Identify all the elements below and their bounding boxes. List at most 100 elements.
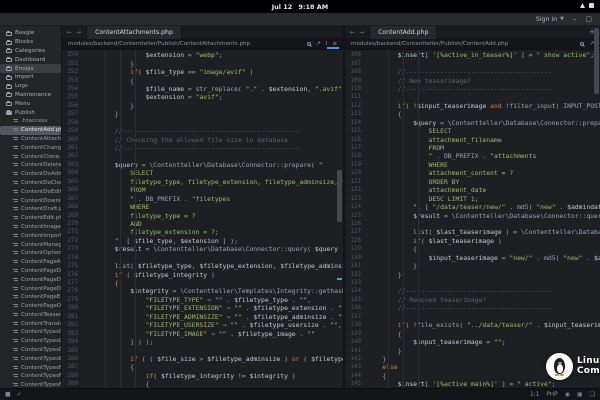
search-icon[interactable]	[307, 42, 311, 46]
file-icon	[13, 234, 18, 238]
terminal-icon[interactable]: ▣	[577, 391, 583, 398]
code-editor-right[interactable]: 106 $insert[ '[%active_in_teaser%]' ] = …	[345, 50, 600, 388]
sign-in-button[interactable]: Sign in ▼	[536, 16, 564, 23]
sidebar-item-folder[interactable]: Menu	[0, 99, 61, 108]
line-number: 134	[345, 288, 367, 294]
line-number: 116	[345, 137, 367, 143]
nav-back-icon[interactable]: ←	[67, 29, 72, 36]
sidebar-item-folder[interactable]: Blocks	[0, 38, 61, 47]
breadcrumb-bar-right: modules/backend/Contentteller/Publish/Co…	[345, 39, 600, 50]
scrollbar-right[interactable]	[594, 28, 599, 94]
sidebar-item-file[interactable]: ContentTeaserI	[0, 311, 61, 320]
code-editor-left[interactable]: 250 $extension = "webp";251 }252 if( $fi…	[62, 50, 343, 388]
sidebar-item-file[interactable]: ContentImport.	[0, 231, 61, 240]
sidebar-item-label: Maintenance	[15, 92, 51, 98]
clock-date[interactable]: Jul 12	[272, 3, 293, 11]
collab-panel-icon[interactable]: ■	[5, 391, 11, 398]
sidebar-item-file[interactable]: ContentManage	[0, 240, 61, 249]
code-line: 122 attachment_date	[345, 186, 600, 194]
breadcrumb[interactable]: modules/backend/Contentteller/Publish/Co…	[351, 41, 508, 47]
sidebar-item-file[interactable]: ContentOption	[0, 249, 61, 258]
assistant-icon[interactable]: ◉	[565, 391, 570, 398]
sidebar-item-file[interactable]: ContentEdit.ph	[0, 214, 61, 223]
sidebar-item-file[interactable]: .htaccess	[0, 117, 61, 126]
sidebar-item-file[interactable]: ContentClone.p	[0, 152, 61, 161]
sidebar-item-label: ContentOption	[21, 250, 61, 256]
sidebar-item-file[interactable]: ContentImageI	[0, 223, 61, 232]
sidebar-item-folder[interactable]: Logs	[0, 82, 61, 91]
nav-forward-icon[interactable]: →	[359, 29, 364, 36]
sidebar-item-file[interactable]: ContentDelete.	[0, 161, 61, 170]
breadcrumb[interactable]: modules/backend/Contentteller/Publish/Co…	[68, 41, 250, 47]
sidebar-item-label: ContentDoClone	[21, 180, 61, 186]
code-line: 124 ", [ "/data/teaser/new/" . md5( "new…	[345, 203, 600, 211]
scrollbar-left[interactable]	[337, 170, 342, 222]
project-panel[interactable]: Beagle Blocks Categories Dashboard	[0, 26, 62, 388]
diagnostics-icon[interactable]: ✓	[17, 391, 22, 398]
line-number: 271	[62, 229, 84, 235]
system-tray[interactable]	[580, 3, 594, 8]
power-icon[interactable]	[589, 3, 594, 8]
penguin-logo-icon	[546, 353, 573, 380]
sidebar-item-file[interactable]: ContentTransla	[0, 319, 61, 328]
line-number: 121	[345, 179, 367, 185]
open-in-icon[interactable]: ↗	[316, 41, 321, 47]
code-line: 112 if( !$input_teaserimage and !filter_…	[345, 102, 600, 110]
sidebar-item-folder[interactable]: Categories	[0, 47, 61, 56]
line-number: 280	[62, 305, 84, 311]
sidebar-item-folder[interactable]: Maintenance	[0, 91, 61, 100]
sidebar-item-folder[interactable]: Emojis	[0, 64, 61, 73]
sidebar-item-file[interactable]: ContentTypesE	[0, 354, 61, 363]
sidebar-item-file[interactable]: ContentTypesC	[0, 328, 61, 337]
clock-time[interactable]: 9:18 AM	[298, 3, 328, 11]
code-line: 113 {	[345, 110, 600, 118]
active-pane-indicator	[327, 47, 339, 49]
tab-contentattachments[interactable]: ContentAttachments.php	[86, 26, 182, 39]
sidebar-item-file[interactable]: ContentPageDo	[0, 284, 61, 293]
sidebar-item-file[interactable]: ContentTypesF	[0, 381, 61, 388]
sidebar-item-file[interactable]: ContentDoEdit.	[0, 187, 61, 196]
sidebar-item-file[interactable]: ContentAdd.php	[0, 126, 61, 135]
cursor-position[interactable]: 1:1	[530, 392, 539, 398]
sidebar-item-file[interactable]: ContentTypesD	[0, 337, 61, 346]
nav-forward-icon[interactable]: →	[76, 29, 81, 36]
file-icon	[13, 287, 18, 291]
sidebar-item-file[interactable]: ContentPageOr	[0, 302, 61, 311]
code-line: 121 ORDER BY	[345, 178, 600, 186]
sidebar-item-file[interactable]: ContentChange	[0, 143, 61, 152]
language-selector[interactable]: PHP	[546, 392, 557, 398]
sidebar-item-file[interactable]: ContentTypesF	[0, 363, 61, 372]
sidebar-item-file[interactable]: ContentDownlo	[0, 196, 61, 205]
folder-icon	[6, 49, 12, 53]
line-number: 139	[345, 331, 367, 337]
sidebar-item-file[interactable]: ContentAttachments.php	[0, 135, 61, 144]
search-icon[interactable]	[580, 42, 584, 46]
line-number: 119	[345, 162, 367, 168]
sidebar-item-folder[interactable]: Beagle	[0, 29, 61, 38]
panel-toggle-icon[interactable]: ❏	[590, 391, 595, 398]
sidebar-item-file[interactable]: ContentPageDo	[0, 275, 61, 284]
sidebar-item-folder[interactable]: Import	[0, 73, 61, 82]
sidebar-item-label: Beagle	[15, 30, 34, 36]
line-number: 133	[345, 280, 367, 286]
sidebar-item-file[interactable]: ContentDoClone	[0, 179, 61, 188]
sidebar-item-folder[interactable]: Dashboard	[0, 55, 61, 64]
nav-back-icon[interactable]: ←	[350, 29, 355, 36]
code-line: 139 {	[345, 329, 600, 337]
line-number: 274	[62, 255, 84, 261]
sidebar-item-file[interactable]: ContentPageDe	[0, 267, 61, 276]
sidebar-item-file[interactable]: ContentTypesD	[0, 346, 61, 355]
sidebar-item-file[interactable]: ContentTypesF	[0, 372, 61, 381]
line-number: 123	[345, 196, 367, 202]
sidebar-item-file[interactable]: ContentPageEd	[0, 293, 61, 302]
sidebar-item-file[interactable]: ContentDoAdd.	[0, 170, 61, 179]
line-number: 284	[62, 339, 84, 345]
sidebar-item-file[interactable]: ContentPageAp	[0, 258, 61, 267]
sidebar-item-file[interactable]: ContentDraft.p	[0, 205, 61, 214]
chevron-down-icon: ▼	[560, 16, 564, 22]
network-icon[interactable]	[580, 3, 585, 8]
sidebar-item-folder[interactable]: Publish	[0, 108, 61, 117]
window-menu-button[interactable]: ▢	[585, 16, 592, 23]
minimize-button[interactable]: –	[573, 16, 577, 23]
tab-contentadd[interactable]: ContentAdd.php	[369, 26, 437, 39]
